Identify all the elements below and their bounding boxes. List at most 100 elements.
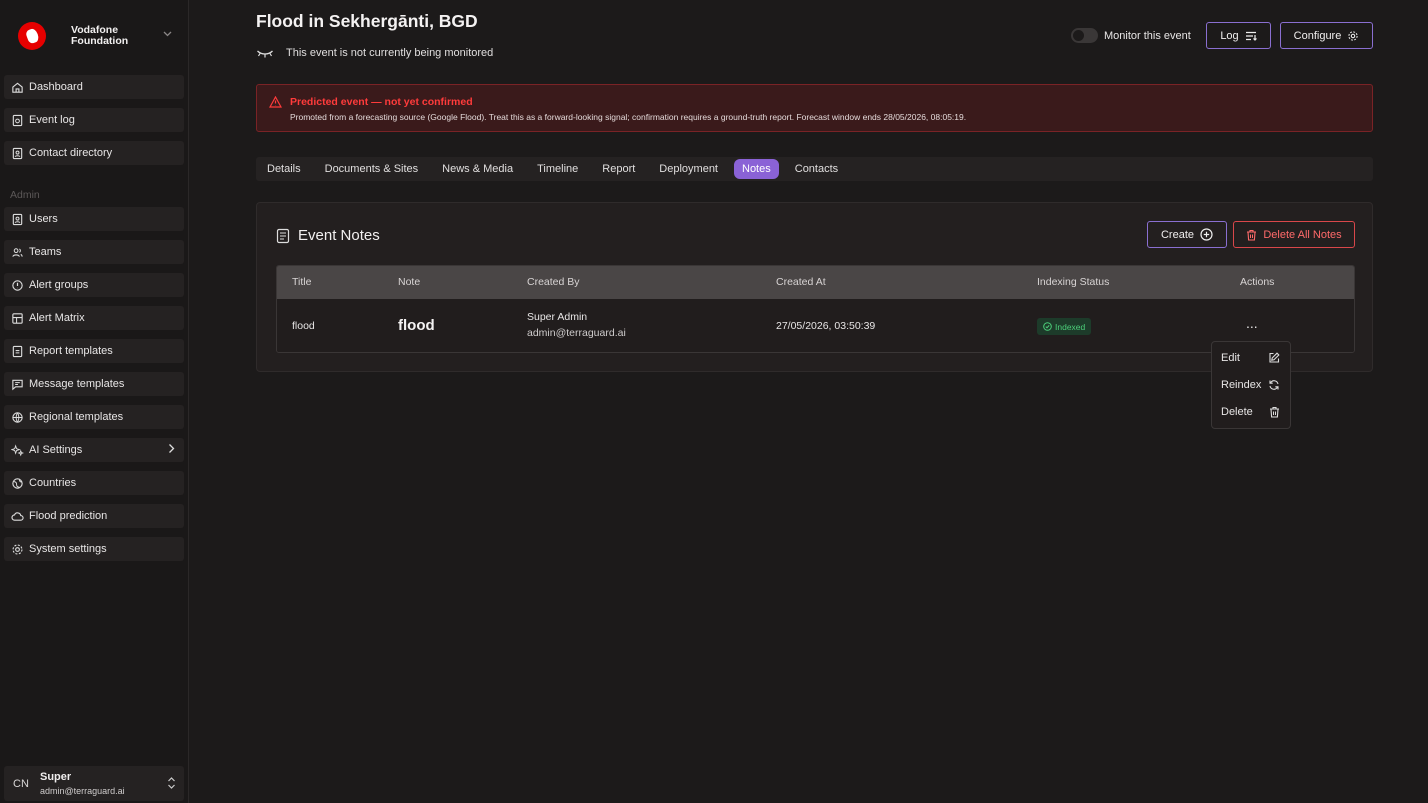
notes-table: Title Note Created By Created At Indexin… <box>276 265 1355 353</box>
log-button[interactable]: Log <box>1206 22 1271 49</box>
org-switcher[interactable]: Vodafone Foundation <box>18 20 178 52</box>
sidebar: Vodafone Foundation Dashboard Event log … <box>0 0 189 803</box>
tab-deployment[interactable]: Deployment <box>651 159 726 179</box>
row-actions-button[interactable]: ... <box>1246 315 1258 331</box>
refresh-icon <box>1268 379 1280 394</box>
created-by-name: Super Admin <box>527 311 588 323</box>
chevron-down-icon <box>163 29 172 40</box>
globe-icon <box>11 411 24 424</box>
sidebar-item-label: Report templates <box>29 345 113 357</box>
tab-contacts[interactable]: Contacts <box>787 159 846 179</box>
teams-icon <box>11 246 24 259</box>
sidebar-item-teams[interactable]: Teams <box>4 240 184 264</box>
user-menu[interactable]: CN Super admin@terraguard.ai <box>4 766 184 801</box>
configure-button-label: Configure <box>1293 29 1342 42</box>
tab-report[interactable]: Report <box>594 159 643 179</box>
countries-icon <box>11 477 24 490</box>
column-header-title: Title <box>292 276 312 288</box>
monitor-status: This event is not currently being monito… <box>256 47 493 59</box>
event-tabs: Details Documents & Sites News & Media T… <box>256 157 1373 181</box>
alert-matrix-icon <box>11 312 24 325</box>
chevron-right-icon <box>168 443 175 457</box>
gear-icon <box>11 543 24 556</box>
users-icon <box>11 213 24 226</box>
sidebar-item-dashboard[interactable]: Dashboard <box>4 75 184 99</box>
sidebar-item-label: Alert Matrix <box>29 312 85 324</box>
sidebar-item-regional-templates[interactable]: Regional templates <box>4 405 184 429</box>
trash-icon <box>1247 229 1257 241</box>
sidebar-item-system-settings[interactable]: System settings <box>4 537 184 561</box>
edit-icon <box>1268 352 1280 367</box>
column-header-note: Note <box>398 276 421 288</box>
panel-title: Event Notes <box>276 227 380 244</box>
sidebar-item-event-log[interactable]: Event log <box>4 108 184 132</box>
warning-triangle-icon <box>268 95 283 111</box>
delete-all-label: Delete All Notes <box>1263 228 1342 241</box>
sidebar-item-users[interactable]: Users <box>4 207 184 231</box>
sidebar-item-label: Event log <box>29 114 75 126</box>
tab-documents-sites[interactable]: Documents & Sites <box>317 159 427 179</box>
prediction-alert: Predicted event — not yet confirmed Prom… <box>256 84 1373 132</box>
table-row: flood flood Super Admin admin@terraguard… <box>277 299 1354 352</box>
menu-item-delete[interactable]: Delete <box>1212 401 1290 423</box>
user-name: Super <box>40 771 72 783</box>
brand-name: Vodafone Foundation <box>71 25 128 47</box>
sidebar-item-contact-directory[interactable]: Contact directory <box>4 141 184 165</box>
log-button-label: Log <box>1220 29 1239 42</box>
log-lines-icon <box>1245 31 1257 41</box>
status-badge-label: Indexed <box>1055 321 1086 332</box>
gear-icon <box>1348 30 1358 41</box>
vodafone-logo <box>18 22 46 50</box>
sidebar-item-label: Alert groups <box>29 279 89 291</box>
eye-closed-icon <box>256 47 274 59</box>
contact-directory-icon <box>11 147 24 160</box>
sidebar-item-countries[interactable]: Countries <box>4 471 184 495</box>
note-title-cell: flood <box>292 320 315 332</box>
menu-item-label: Edit <box>1221 352 1240 364</box>
tab-timeline[interactable]: Timeline <box>529 159 586 179</box>
menu-item-label: Delete <box>1221 406 1253 418</box>
cloud-icon <box>11 510 24 523</box>
note-content-cell: flood <box>398 317 435 334</box>
sidebar-item-label: Contact directory <box>29 147 113 159</box>
monitor-toggle-label: Monitor this event <box>1104 29 1191 42</box>
brand-line-2: Foundation <box>71 35 129 47</box>
sidebar-item-label: Flood prediction <box>29 510 108 522</box>
sidebar-item-label: Regional templates <box>29 411 124 423</box>
column-header-created-at: Created At <box>776 276 826 288</box>
column-header-created-by: Created By <box>527 276 580 288</box>
sidebar-item-report-templates[interactable]: Report templates <box>4 339 184 363</box>
create-note-button[interactable]: Create <box>1147 221 1227 248</box>
tab-news-media[interactable]: News & Media <box>434 159 521 179</box>
ai-sparkle-icon <box>11 443 24 457</box>
sidebar-item-label: Teams <box>29 246 62 258</box>
sidebar-section-admin: Admin <box>10 189 40 201</box>
sidebar-item-alert-matrix[interactable]: Alert Matrix <box>4 306 184 330</box>
sidebar-item-message-templates[interactable]: Message templates <box>4 372 184 396</box>
sidebar-item-label: Dashboard <box>29 81 83 93</box>
message-templates-icon <box>11 378 24 391</box>
created-at-cell: 27/05/2026, 03:50:39 <box>776 320 876 332</box>
monitor-toggle[interactable] <box>1071 28 1098 43</box>
sidebar-item-ai-settings[interactable]: AI Settings <box>4 438 184 462</box>
sidebar-item-flood-prediction[interactable]: Flood prediction <box>4 504 184 528</box>
tab-notes[interactable]: Notes <box>734 159 779 179</box>
delete-all-notes-button[interactable]: Delete All Notes <box>1233 221 1355 248</box>
configure-button[interactable]: Configure <box>1280 22 1373 49</box>
page-title: Flood in Sekhergānti, BGD <box>256 11 478 31</box>
report-templates-icon <box>11 345 24 358</box>
tab-details[interactable]: Details <box>259 159 309 179</box>
menu-item-edit[interactable]: Edit <box>1212 347 1290 369</box>
event-log-icon <box>11 114 24 127</box>
row-actions-menu: Edit Reindex Delete <box>1211 341 1291 429</box>
menu-item-reindex[interactable]: Reindex <box>1212 374 1290 396</box>
home-icon <box>11 81 24 94</box>
status-badge: Indexed <box>1037 318 1092 335</box>
user-email: admin@terraguard.ai <box>40 786 125 796</box>
sidebar-item-alert-groups[interactable]: Alert groups <box>4 273 184 297</box>
table-header: Title Note Created By Created At Indexin… <box>277 266 1354 299</box>
column-header-actions: Actions <box>1240 276 1275 288</box>
avatar: CN <box>13 777 29 790</box>
alert-body: Promoted from a forecasting source (Goog… <box>290 112 967 122</box>
sidebar-item-label: AI Settings <box>29 444 83 456</box>
